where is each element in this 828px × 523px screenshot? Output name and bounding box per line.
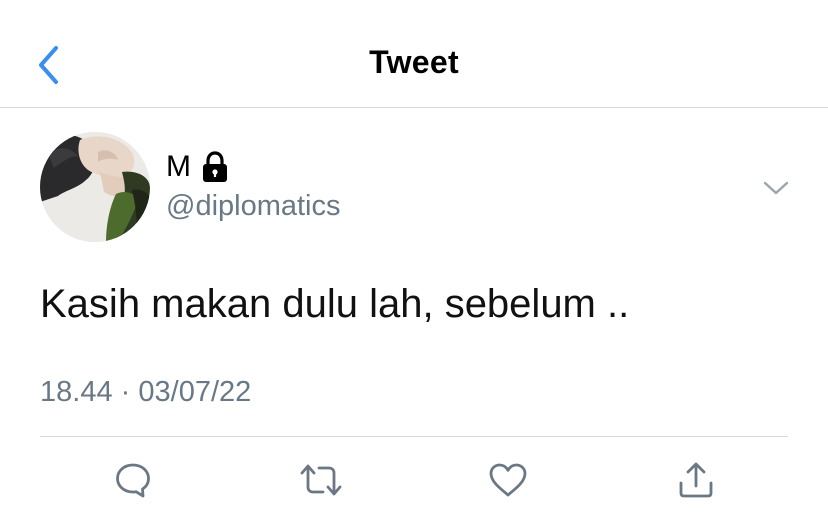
chevron-down-icon bbox=[763, 181, 789, 195]
divider bbox=[40, 436, 788, 437]
reply-button[interactable] bbox=[111, 458, 155, 502]
timestamp-separator: · bbox=[120, 376, 131, 408]
share-icon bbox=[679, 462, 713, 498]
tweet-text: Kasih makan dulu lah, sebelum .. bbox=[40, 282, 630, 326]
page-title: Tweet bbox=[369, 44, 459, 80]
avatar-image bbox=[40, 132, 150, 242]
tweet-timestamp: 18.44 · 03/07/22 bbox=[40, 375, 251, 409]
tweet-time: 18.44 bbox=[40, 376, 113, 408]
lock-icon bbox=[200, 151, 230, 183]
user-handle[interactable]: @diplomatics bbox=[166, 188, 341, 224]
share-button[interactable] bbox=[674, 458, 718, 502]
nav-header: Tweet bbox=[0, 0, 828, 108]
heart-icon bbox=[489, 463, 527, 497]
retweet-button[interactable] bbox=[299, 458, 343, 502]
user-display-name[interactable]: M bbox=[166, 149, 230, 185]
like-button[interactable] bbox=[486, 458, 530, 502]
display-name-text: M bbox=[166, 150, 191, 183]
tweet-date: 03/07/22 bbox=[138, 376, 252, 408]
reply-icon bbox=[116, 463, 150, 498]
retweet-icon bbox=[300, 464, 342, 496]
avatar[interactable] bbox=[40, 132, 150, 242]
tweet-menu-button[interactable] bbox=[760, 174, 792, 202]
